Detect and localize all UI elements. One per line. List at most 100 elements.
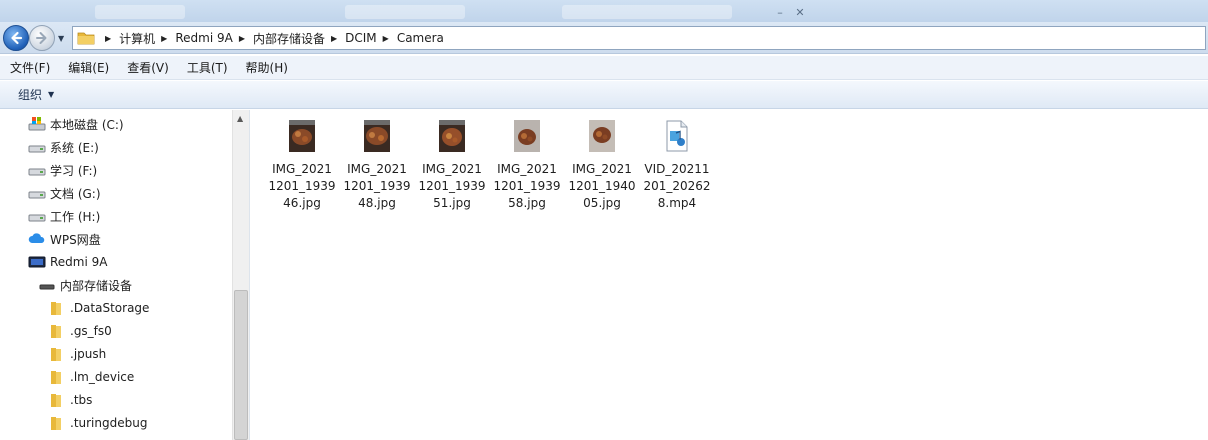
file-item[interactable]: IMG_2021 1201_1939 48.jpg xyxy=(342,118,412,212)
nav-item-folder[interactable]: .jpush xyxy=(48,344,106,364)
nav-item-drive-g[interactable]: 文档 (G:) xyxy=(28,183,101,203)
file-name-line: IMG_2021 xyxy=(347,162,407,176)
nav-item-folder[interactable]: .tbs xyxy=(48,390,92,410)
nav-item-label: WPS网盘 xyxy=(50,232,101,247)
background-tab[interactable] xyxy=(562,5,732,19)
back-button[interactable] xyxy=(3,25,29,51)
file-item[interactable]: IMG_2021 1201_1939 58.jpg xyxy=(492,118,562,212)
breadcrumb-separator-icon[interactable]: ▶ xyxy=(331,34,337,43)
nav-scrollbar[interactable]: ▲ xyxy=(232,110,249,440)
breadcrumb-device[interactable]: Redmi 9A xyxy=(175,31,232,45)
nav-item-drive-c[interactable]: 本地磁盘 (C:) xyxy=(28,114,124,134)
nav-item-label: .gs_fs0 xyxy=(70,324,112,338)
nav-item-folder[interactable]: .gs_fs0 xyxy=(48,321,112,341)
file-name-line: 201_20262 xyxy=(643,179,711,193)
drive-icon xyxy=(28,185,46,201)
nav-item-folder[interactable]: .turingdebug xyxy=(48,413,147,433)
address-row: ▼ ▶ 计算机 ▶ Redmi 9A ▶ 内部存储设备 ▶ DCIM ▶ Cam… xyxy=(0,22,1208,54)
minimize-icon[interactable]: – xyxy=(773,7,787,18)
breadcrumb-storage[interactable]: 内部存储设备 xyxy=(253,30,325,47)
file-item[interactable]: IMG_2021 1201_1940 05.jpg xyxy=(567,118,637,212)
file-name-line: IMG_2021 xyxy=(272,162,332,176)
nav-item-label: 本地磁盘 (C:) xyxy=(50,117,124,132)
menu-tools[interactable]: 工具(T) xyxy=(177,59,236,76)
menu-file[interactable]: 文件(F) xyxy=(0,59,58,76)
nav-item-label: 系统 (E:) xyxy=(50,140,99,155)
chevron-down-icon: ▼ xyxy=(48,90,55,99)
breadcrumb-separator-icon[interactable]: ▶ xyxy=(239,34,245,43)
file-name-line: IMG_2021 xyxy=(572,162,632,176)
scrollbar-thumb[interactable] xyxy=(234,290,248,440)
nav-item-label: .DataStorage xyxy=(70,301,150,315)
drive-icon xyxy=(28,139,46,155)
file-name-line: 48.jpg xyxy=(358,196,396,210)
breadcrumb-separator-icon[interactable]: ▶ xyxy=(383,34,389,43)
file-name-line: IMG_2021 xyxy=(497,162,557,176)
photo-thumbnail-icon xyxy=(514,120,540,152)
folder-icon xyxy=(48,369,66,385)
nav-item-wps-cloud[interactable]: WPS网盘 xyxy=(28,229,101,249)
file-item[interactable]: IMG_2021 1201_1939 46.jpg xyxy=(267,118,337,212)
breadcrumb-camera[interactable]: Camera xyxy=(397,31,444,45)
menu-view[interactable]: 查看(V) xyxy=(117,59,177,76)
nav-item-drive-h[interactable]: 工作 (H:) xyxy=(28,206,100,226)
menu-edit[interactable]: 编辑(E) xyxy=(58,59,117,76)
drive-icon xyxy=(28,162,46,178)
phone-icon xyxy=(28,254,46,270)
folder-icon xyxy=(48,415,66,431)
scroll-up-icon[interactable]: ▲ xyxy=(237,114,243,123)
nav-item-folder[interactable]: .lm_device xyxy=(48,367,134,387)
nav-item-redmi[interactable]: Redmi 9A xyxy=(28,252,107,272)
folder-icon xyxy=(48,323,66,339)
photo-thumbnail-icon xyxy=(439,120,465,152)
video-file-icon xyxy=(666,120,688,152)
breadcrumb-separator-icon[interactable]: ▶ xyxy=(105,34,111,43)
nav-item-label: 学习 (F:) xyxy=(50,163,98,178)
address-bar[interactable]: ▶ 计算机 ▶ Redmi 9A ▶ 内部存储设备 ▶ DCIM ▶ Camer… xyxy=(72,26,1206,50)
file-name-line: 58.jpg xyxy=(508,196,546,210)
file-list: IMG_2021 1201_1939 46.jpg IMG_2021 1201_… xyxy=(251,110,1208,440)
photo-thumbnail-icon xyxy=(364,120,390,152)
breadcrumb-separator-icon[interactable]: ▶ xyxy=(161,34,167,43)
title-strip: – ✕ xyxy=(0,0,1208,24)
file-name-line: IMG_2021 xyxy=(422,162,482,176)
file-name-line: 1201_1939 xyxy=(493,179,561,193)
file-item[interactable]: IMG_2021 1201_1939 51.jpg xyxy=(417,118,487,212)
file-name-line: 05.jpg xyxy=(583,196,621,210)
nav-item-label: .turingdebug xyxy=(70,416,148,430)
navigation-pane: 本地磁盘 (C:) 系统 (E:) 学习 (F:) 文档 (G:) 工作 (H:… xyxy=(0,110,250,440)
background-tab[interactable] xyxy=(95,5,185,19)
arrow-left-icon xyxy=(11,31,23,45)
folder-icon xyxy=(77,32,95,45)
nav-item-label: 工作 (H:) xyxy=(50,209,101,224)
breadcrumb-dcim[interactable]: DCIM xyxy=(345,31,377,45)
menu-bar: 文件(F) 编辑(E) 查看(V) 工具(T) 帮助(H) xyxy=(0,56,1208,80)
nav-item-drive-e[interactable]: 系统 (E:) xyxy=(28,137,99,157)
file-name-line: VID_20211 xyxy=(644,162,710,176)
storage-icon xyxy=(38,277,56,293)
nav-item-drive-f[interactable]: 学习 (F:) xyxy=(28,160,97,180)
drive-os-icon xyxy=(28,116,46,132)
folder-icon xyxy=(48,392,66,408)
organize-button[interactable]: 组织 ▼ xyxy=(18,86,54,103)
close-icon[interactable]: ✕ xyxy=(793,7,807,18)
file-name-line: 1201_1939 xyxy=(418,179,486,193)
photo-thumbnail-icon xyxy=(589,120,615,152)
file-name-line: 1201_1939 xyxy=(343,179,411,193)
nav-item-label: .jpush xyxy=(70,347,107,361)
background-tab[interactable] xyxy=(345,5,465,19)
file-name-line: 1201_1940 xyxy=(568,179,636,193)
cloud-icon xyxy=(28,231,46,247)
file-item[interactable]: VID_20211 201_20262 8.mp4 xyxy=(642,118,712,212)
drive-icon xyxy=(28,208,46,224)
arrow-right-icon xyxy=(36,32,47,44)
forward-button[interactable] xyxy=(29,25,55,51)
nav-item-label: .lm_device xyxy=(70,370,135,384)
nav-item-internal-storage[interactable]: 内部存储设备 xyxy=(38,275,132,295)
folder-icon xyxy=(48,300,66,316)
breadcrumb-computer[interactable]: 计算机 xyxy=(119,30,155,47)
history-dropdown-icon[interactable]: ▼ xyxy=(58,34,64,43)
nav-item-folder[interactable]: .DataStorage xyxy=(48,298,149,318)
menu-help[interactable]: 帮助(H) xyxy=(236,59,296,76)
nav-item-label: .tbs xyxy=(70,393,93,407)
